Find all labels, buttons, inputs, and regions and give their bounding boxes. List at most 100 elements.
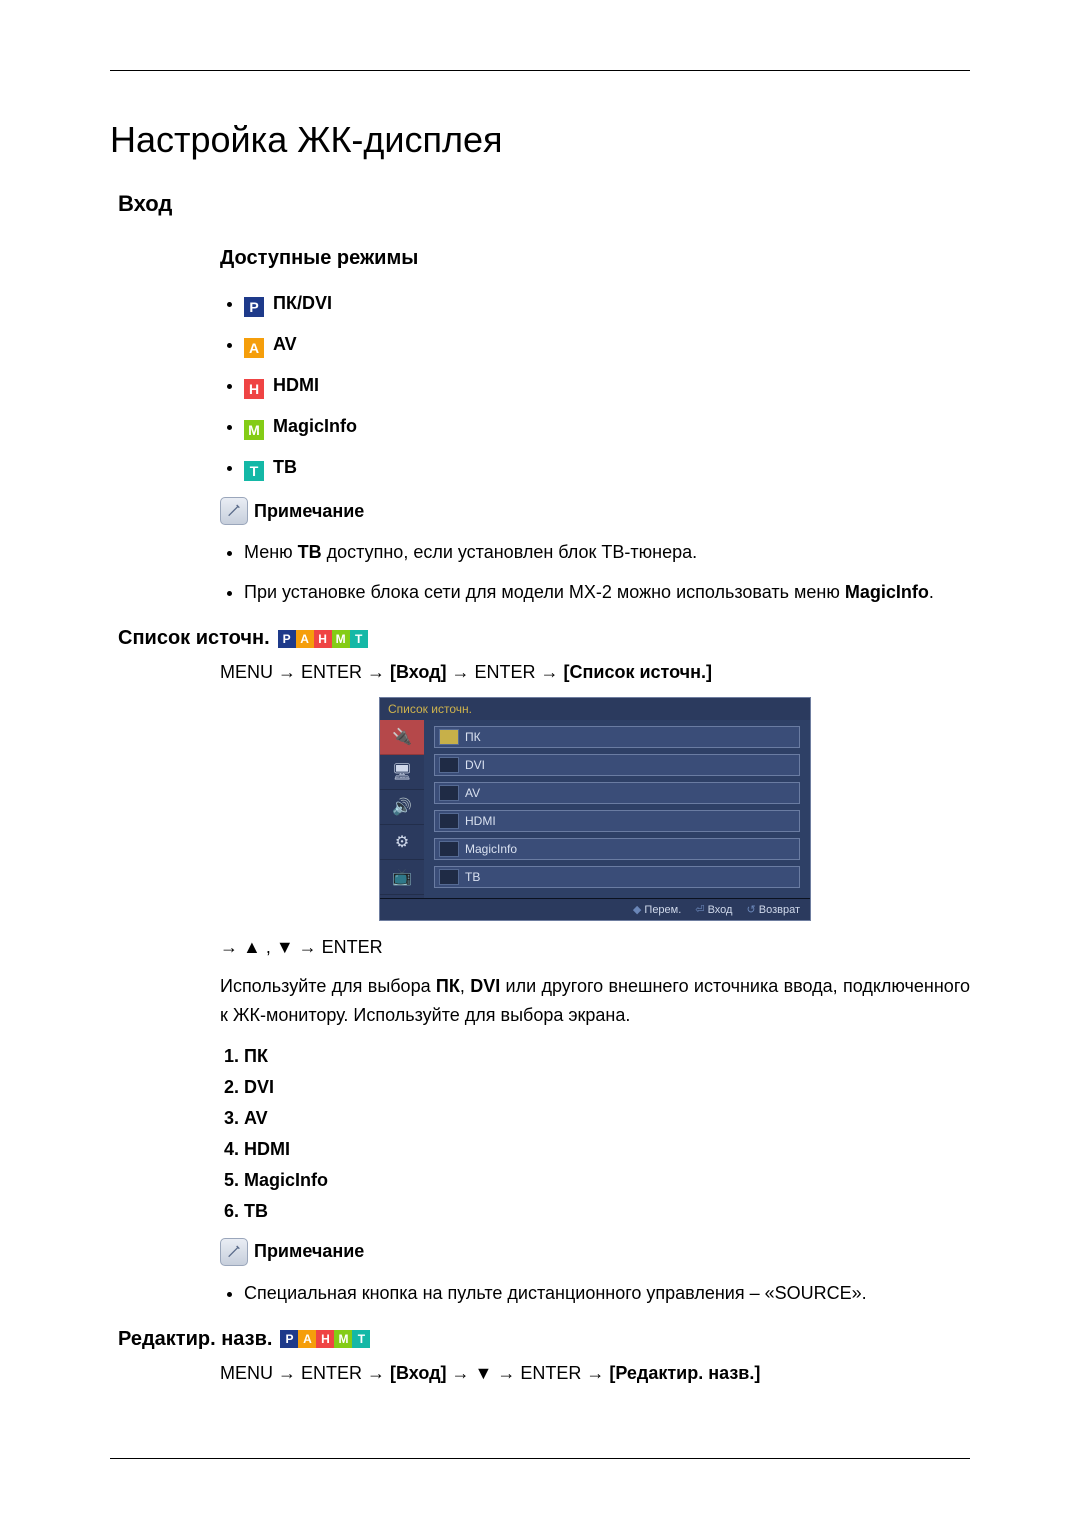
osd-row: HDMI xyxy=(434,810,800,832)
note-bold: ТВ xyxy=(298,542,322,562)
osd-footer-enter: Вход xyxy=(695,903,732,916)
menu-path-bold: [Вход] xyxy=(390,1363,447,1383)
osd-row: ПК xyxy=(434,726,800,748)
mode-icon-h: H xyxy=(244,379,264,399)
edit-name-heading: Редактир. назв. P A H M T xyxy=(118,1328,970,1351)
bold-text: ПК xyxy=(436,976,460,996)
osd-footer-move: Перем. xyxy=(633,903,681,916)
bottom-divider xyxy=(110,1458,970,1459)
menu-path: MENU → ENTER → [Вход] → ▼ → ENTER → [Ред… xyxy=(220,1363,970,1384)
mode-item: P ПК/DVI xyxy=(244,290,970,317)
list-item: HDMI xyxy=(244,1139,970,1160)
arrow-line: → ▲ , ▼ → ENTER xyxy=(220,937,970,958)
source-list-title: Список источн. xyxy=(118,627,270,650)
menu-path-bold: [Редактир. назв.] xyxy=(609,1363,760,1383)
badge-a-icon: A xyxy=(296,630,314,648)
mode-label: MagicInfo xyxy=(273,416,357,436)
mode-item: T ТВ xyxy=(244,454,970,481)
page-title: Настройка ЖК-дисплея xyxy=(110,119,970,161)
badge-t-icon: T xyxy=(352,1330,370,1348)
available-modes-heading: Доступные режимы xyxy=(220,247,970,270)
list-item: ПК xyxy=(244,1046,970,1067)
list-item: ТВ xyxy=(244,1201,970,1222)
menu-path-part: → ENTER → xyxy=(447,662,564,682)
osd-title: Список источн. xyxy=(380,698,810,720)
osd-footer: Перем. Вход Возврат xyxy=(380,898,810,920)
source-body-text: Используйте для выбора ПК, DVI или друго… xyxy=(220,972,970,1030)
menu-path-part: MENU → ENTER → xyxy=(220,662,390,682)
note-item: Меню ТВ доступно, если установлен блок Т… xyxy=(244,539,970,565)
note-icon xyxy=(220,1238,248,1266)
osd-row: DVI xyxy=(434,754,800,776)
osd-main: ПК DVI AV HDMI MagicInfo ТВ xyxy=(424,720,810,898)
osd-side-icon: 📺 xyxy=(380,860,424,895)
osd-row-label: MagicInfo xyxy=(465,842,517,856)
mode-label: HDMI xyxy=(273,375,319,395)
osd-row: MagicInfo xyxy=(434,838,800,860)
menu-path: MENU → ENTER → [Вход] → ENTER → [Список … xyxy=(220,662,970,683)
menu-path-part: → ▼ → ENTER → xyxy=(447,1363,610,1383)
osd-sidebar: 🔌 🖥 🔊 ⚙ 📺 xyxy=(380,720,424,898)
note-text: . xyxy=(929,582,934,602)
osd-row-label: AV xyxy=(465,786,480,800)
note-text: При установке блока сети для модели MX-2… xyxy=(244,582,845,602)
badge-p-icon: P xyxy=(278,630,296,648)
mode-icon-a: A xyxy=(244,338,264,358)
badge-m-icon: M xyxy=(332,630,350,648)
osd-row: ТВ xyxy=(434,866,800,888)
note-list: Меню ТВ доступно, если установлен блок Т… xyxy=(220,539,970,605)
bold-text: DVI xyxy=(470,976,500,996)
list-item: MagicInfo xyxy=(244,1170,970,1191)
list-item: DVI xyxy=(244,1077,970,1098)
mode-label: ПК/DVI xyxy=(273,293,332,313)
note-list: Специальная кнопка на пульте дистанционн… xyxy=(220,1280,970,1306)
source-list-heading: Список источн. P A H M T xyxy=(118,627,970,650)
badge-p-icon: P xyxy=(280,1330,298,1348)
note-text: Меню xyxy=(244,542,298,562)
text: Используйте для выбора xyxy=(220,976,436,996)
osd-footer-return: Возврат xyxy=(746,903,800,916)
mode-label: AV xyxy=(273,334,297,354)
badge-a-icon: A xyxy=(298,1330,316,1348)
note-bold: MagicInfo xyxy=(845,582,929,602)
osd-row-label: HDMI xyxy=(465,814,496,828)
mode-icon-t: T xyxy=(244,461,264,481)
mode-icon-p: P xyxy=(244,297,264,317)
note-item: Специальная кнопка на пульте дистанционн… xyxy=(244,1280,970,1306)
note-title: Примечание xyxy=(254,501,364,522)
menu-path-part: MENU → ENTER → xyxy=(220,1363,390,1383)
osd-side-icon: ⚙ xyxy=(380,825,424,860)
note-icon xyxy=(220,497,248,525)
menu-path-bold: [Вход] xyxy=(390,662,447,682)
osd-row-label: ПК xyxy=(465,730,481,744)
badge-m-icon: M xyxy=(334,1330,352,1348)
note-text: доступно, если установлен блок ТВ-тюнера… xyxy=(322,542,697,562)
osd-row: AV xyxy=(434,782,800,804)
mode-icon-m: M xyxy=(244,420,264,440)
osd-row-label: ТВ xyxy=(465,870,480,884)
osd-menu: Список источн. 🔌 🖥 🔊 ⚙ 📺 ПК DVI AV HDMI xyxy=(379,697,811,921)
edit-name-title: Редактир. назв. xyxy=(118,1328,272,1351)
mode-item: H HDMI xyxy=(244,372,970,399)
osd-side-icon: 🖥 xyxy=(380,755,424,790)
osd-side-icon: 🔊 xyxy=(380,790,424,825)
note-heading: Примечание xyxy=(220,1238,970,1266)
top-divider xyxy=(110,70,970,71)
mode-list: P ПК/DVI A AV H HDMI M MagicInfo T ТВ xyxy=(220,290,970,481)
section-input-title: Вход xyxy=(118,191,970,217)
numbered-source-list: ПК DVI AV HDMI MagicInfo ТВ xyxy=(220,1046,970,1222)
mode-item: A AV xyxy=(244,331,970,358)
pahmt-badges: P A H M T xyxy=(278,630,368,648)
badge-h-icon: H xyxy=(314,630,332,648)
badge-t-icon: T xyxy=(350,630,368,648)
note-heading: Примечание xyxy=(220,497,970,525)
pahmt-badges: P A H M T xyxy=(280,1330,370,1348)
osd-side-icon: 🔌 xyxy=(380,720,424,755)
menu-path-bold: [Список источн.] xyxy=(564,662,712,682)
list-item: AV xyxy=(244,1108,970,1129)
text: , xyxy=(460,976,470,996)
note-item: При установке блока сети для модели MX-2… xyxy=(244,579,970,605)
note-title: Примечание xyxy=(254,1241,364,1262)
osd-row-label: DVI xyxy=(465,758,485,772)
badge-h-icon: H xyxy=(316,1330,334,1348)
